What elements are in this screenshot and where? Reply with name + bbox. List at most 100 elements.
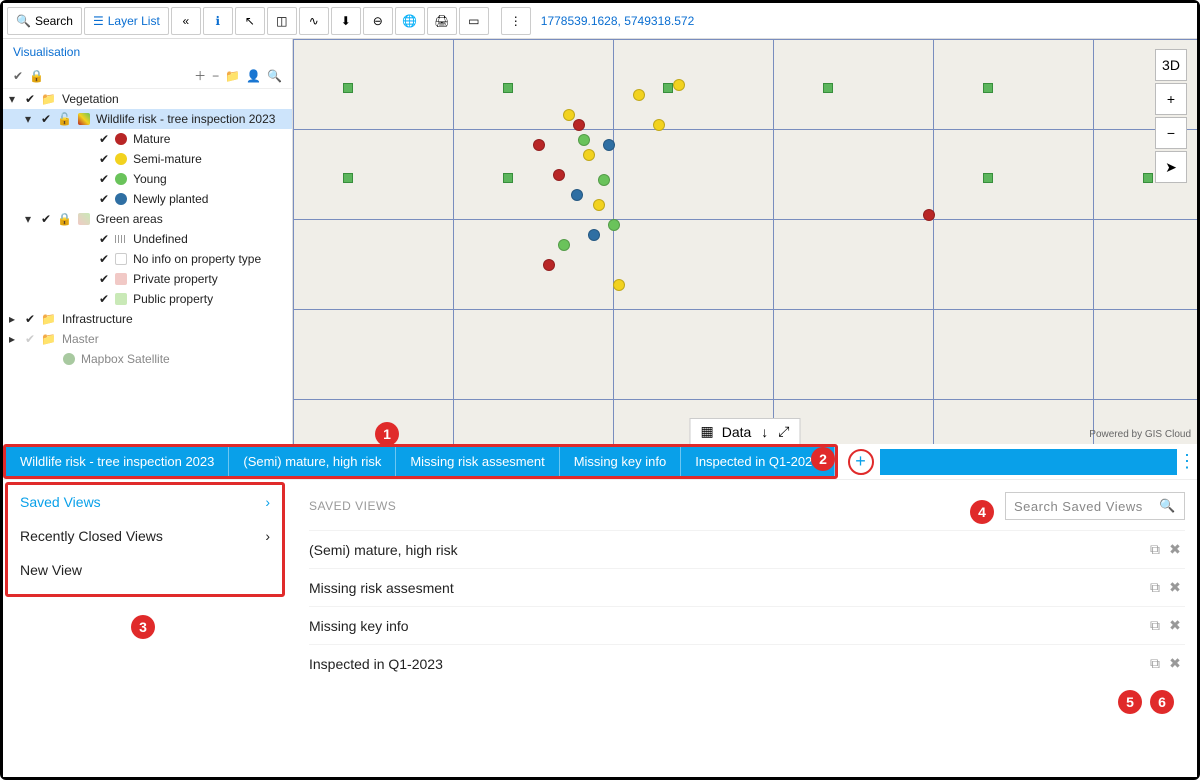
menu-new-view[interactable]: New View <box>8 553 282 587</box>
saved-view-row[interactable]: Inspected in Q1-2023 ⧉ ✖ <box>309 644 1185 682</box>
map-canvas[interactable]: 3D + − ➤ Powered by GIS Cloud ▦ Data ↓ ⤢ <box>293 39 1197 444</box>
legend-young[interactable]: ✔ Young <box>3 169 292 189</box>
route-button[interactable]: ∿ <box>299 7 329 35</box>
select-rect-icon: ◫ <box>276 14 287 28</box>
map-locate-button[interactable]: ➤ <box>1155 151 1187 183</box>
pointer-button[interactable]: ↖ <box>235 7 265 35</box>
legend-newly-planted[interactable]: ✔ Newly planted <box>3 189 292 209</box>
select-rect-button[interactable]: ◫ <box>267 7 297 35</box>
unlock-icon: 🔓 <box>57 112 72 126</box>
check-icon[interactable]: ✔ <box>13 69 23 83</box>
top-toolbar: 🔍 Search ☰ Layer List « ℹ ↖ ◫ ∿ ⬇ ⊖ 🌐 🖨 … <box>3 3 1197 39</box>
data-label: Data <box>722 424 752 440</box>
open-icon[interactable]: ⧉ <box>1145 579 1165 596</box>
legend-label: Newly planted <box>133 192 208 206</box>
grid-icon: ▦ <box>700 423 711 440</box>
data-panel-handle[interactable]: ▦ Data ↓ ⤢ <box>689 418 800 444</box>
legend-private[interactable]: ✔ Private property <box>3 269 292 289</box>
saved-view-name: Missing risk assesment <box>309 580 454 596</box>
layer-label: Master <box>62 332 99 346</box>
saved-view-row[interactable]: (Semi) mature, high risk ⧉ ✖ <box>309 530 1185 568</box>
layer-group-vegetation[interactable]: ▾ ✔ 📁 Vegetation <box>3 89 292 109</box>
add-tab-button[interactable]: + <box>848 449 874 475</box>
legend-label: Undefined <box>133 232 188 246</box>
info-button[interactable]: ℹ <box>203 7 233 35</box>
saved-view-name: (Semi) mature, high risk <box>309 542 458 558</box>
search-placeholder: Search Saved Views <box>1014 499 1143 514</box>
open-icon[interactable]: ⧉ <box>1145 655 1165 672</box>
chevron-right-icon: › <box>265 494 270 510</box>
locate-icon: ➤ <box>1165 159 1177 176</box>
check-icon: ✔ <box>25 92 35 106</box>
close-icon[interactable]: ✖ <box>1165 617 1185 634</box>
legend-swatch <box>115 133 127 145</box>
map-zoom-in-button[interactable]: + <box>1155 83 1187 115</box>
zoom-icon[interactable]: 🔍 <box>267 69 282 83</box>
menu-saved-views[interactable]: Saved Views › <box>8 485 282 519</box>
minus-icon: − <box>1167 125 1175 141</box>
legend-semi-mature[interactable]: ✔ Semi-mature <box>3 149 292 169</box>
open-icon[interactable]: ⧉ <box>1145 541 1165 558</box>
saved-view-row[interactable]: Missing key info ⧉ ✖ <box>309 606 1185 644</box>
tab-wildlife-risk[interactable]: Wildlife risk - tree inspection 2023 <box>6 447 229 476</box>
map-3d-button[interactable]: 3D <box>1155 49 1187 81</box>
check-icon: ✔ <box>99 292 109 306</box>
chevron-left-icon: « <box>182 14 189 28</box>
layer-list-button[interactable]: ☰ Layer List <box>84 7 169 35</box>
download-button[interactable]: ⬇ <box>331 7 361 35</box>
tabs-menu-button[interactable]: ⋮ <box>1177 451 1197 472</box>
legend-public[interactable]: ✔ Public property <box>3 289 292 309</box>
print-button[interactable]: 🖨 <box>427 7 457 35</box>
legend-label: Young <box>133 172 167 186</box>
layer-green-areas[interactable]: ▾ ✔ 🔒 Green areas <box>3 209 292 229</box>
user-icon[interactable]: 👤 <box>246 69 261 83</box>
add-icon[interactable]: ＋ <box>194 67 206 84</box>
close-icon[interactable]: ✖ <box>1165 655 1185 672</box>
lock-icon[interactable]: 🔒 <box>29 69 44 83</box>
tab-missing-key[interactable]: Missing key info <box>560 447 681 476</box>
layer-list-label: Layer List <box>108 14 160 28</box>
zoom-icon: ⊖ <box>373 14 383 28</box>
panel-button[interactable]: ▭ <box>459 7 489 35</box>
close-icon[interactable]: ✖ <box>1165 541 1185 558</box>
more-button[interactable]: ⋮ <box>501 7 531 35</box>
layer-label: Mapbox Satellite <box>81 352 170 366</box>
legend-no-info[interactable]: ✔ No info on property type <box>3 249 292 269</box>
layer-group-infrastructure[interactable]: ▸ ✔ 📁 Infrastructure <box>3 309 292 329</box>
zoom-button[interactable]: ⊖ <box>363 7 393 35</box>
menu-recently-closed[interactable]: Recently Closed Views › <box>8 519 282 553</box>
open-icon[interactable]: ⧉ <box>1145 617 1165 634</box>
map-zoom-out-button[interactable]: − <box>1155 117 1187 149</box>
collapse-button[interactable]: « <box>171 7 201 35</box>
check-icon: ✔ <box>99 192 109 206</box>
main-area: 3D + − ➤ Powered by GIS Cloud ▦ Data ↓ ⤢… <box>3 39 1197 444</box>
tabs-strip <box>880 449 1177 475</box>
legend-mature[interactable]: ✔ Mature <box>3 129 292 149</box>
search-button[interactable]: 🔍 Search <box>7 7 82 35</box>
expand-icon: ⤢ <box>778 423 789 440</box>
check-icon: ✔ <box>99 252 109 266</box>
folder-icon: 📁 <box>41 92 56 106</box>
tabs-bar: Wildlife risk - tree inspection 2023 (Se… <box>3 444 1197 480</box>
saved-views-pane: SAVED VIEWS Search Saved Views 🔍 (Semi) … <box>289 480 1197 777</box>
legend-undefined[interactable]: ✔ Undefined <box>3 229 292 249</box>
legend-swatch <box>115 273 127 285</box>
check-icon: ✔ <box>99 272 109 286</box>
saved-view-name: Missing key info <box>309 618 409 634</box>
legend-swatch <box>115 293 127 305</box>
layer-group-master[interactable]: ▸ ✔ 📁 Master <box>3 329 292 349</box>
folder-icon[interactable]: 📁 <box>225 69 240 83</box>
saved-view-row[interactable]: Missing risk assesment ⧉ ✖ <box>309 568 1185 606</box>
check-icon: ✔ <box>99 132 109 146</box>
panel-icon: ▭ <box>468 14 479 28</box>
remove-icon[interactable]: − <box>212 69 219 83</box>
download-icon: ⬇ <box>341 14 351 28</box>
search-saved-views[interactable]: Search Saved Views 🔍 <box>1005 492 1185 520</box>
tab-semi-mature[interactable]: (Semi) mature, high risk <box>229 447 396 476</box>
tab-missing-risk[interactable]: Missing risk assesment <box>396 447 559 476</box>
layer-mapbox-satellite[interactable]: Mapbox Satellite <box>3 349 292 369</box>
legend-swatch <box>115 253 127 265</box>
globe-button[interactable]: 🌐 <box>395 7 425 35</box>
close-icon[interactable]: ✖ <box>1165 579 1185 596</box>
layer-wildlife-risk[interactable]: ▾ ✔ 🔓 Wildlife risk - tree inspection 20… <box>3 109 292 129</box>
